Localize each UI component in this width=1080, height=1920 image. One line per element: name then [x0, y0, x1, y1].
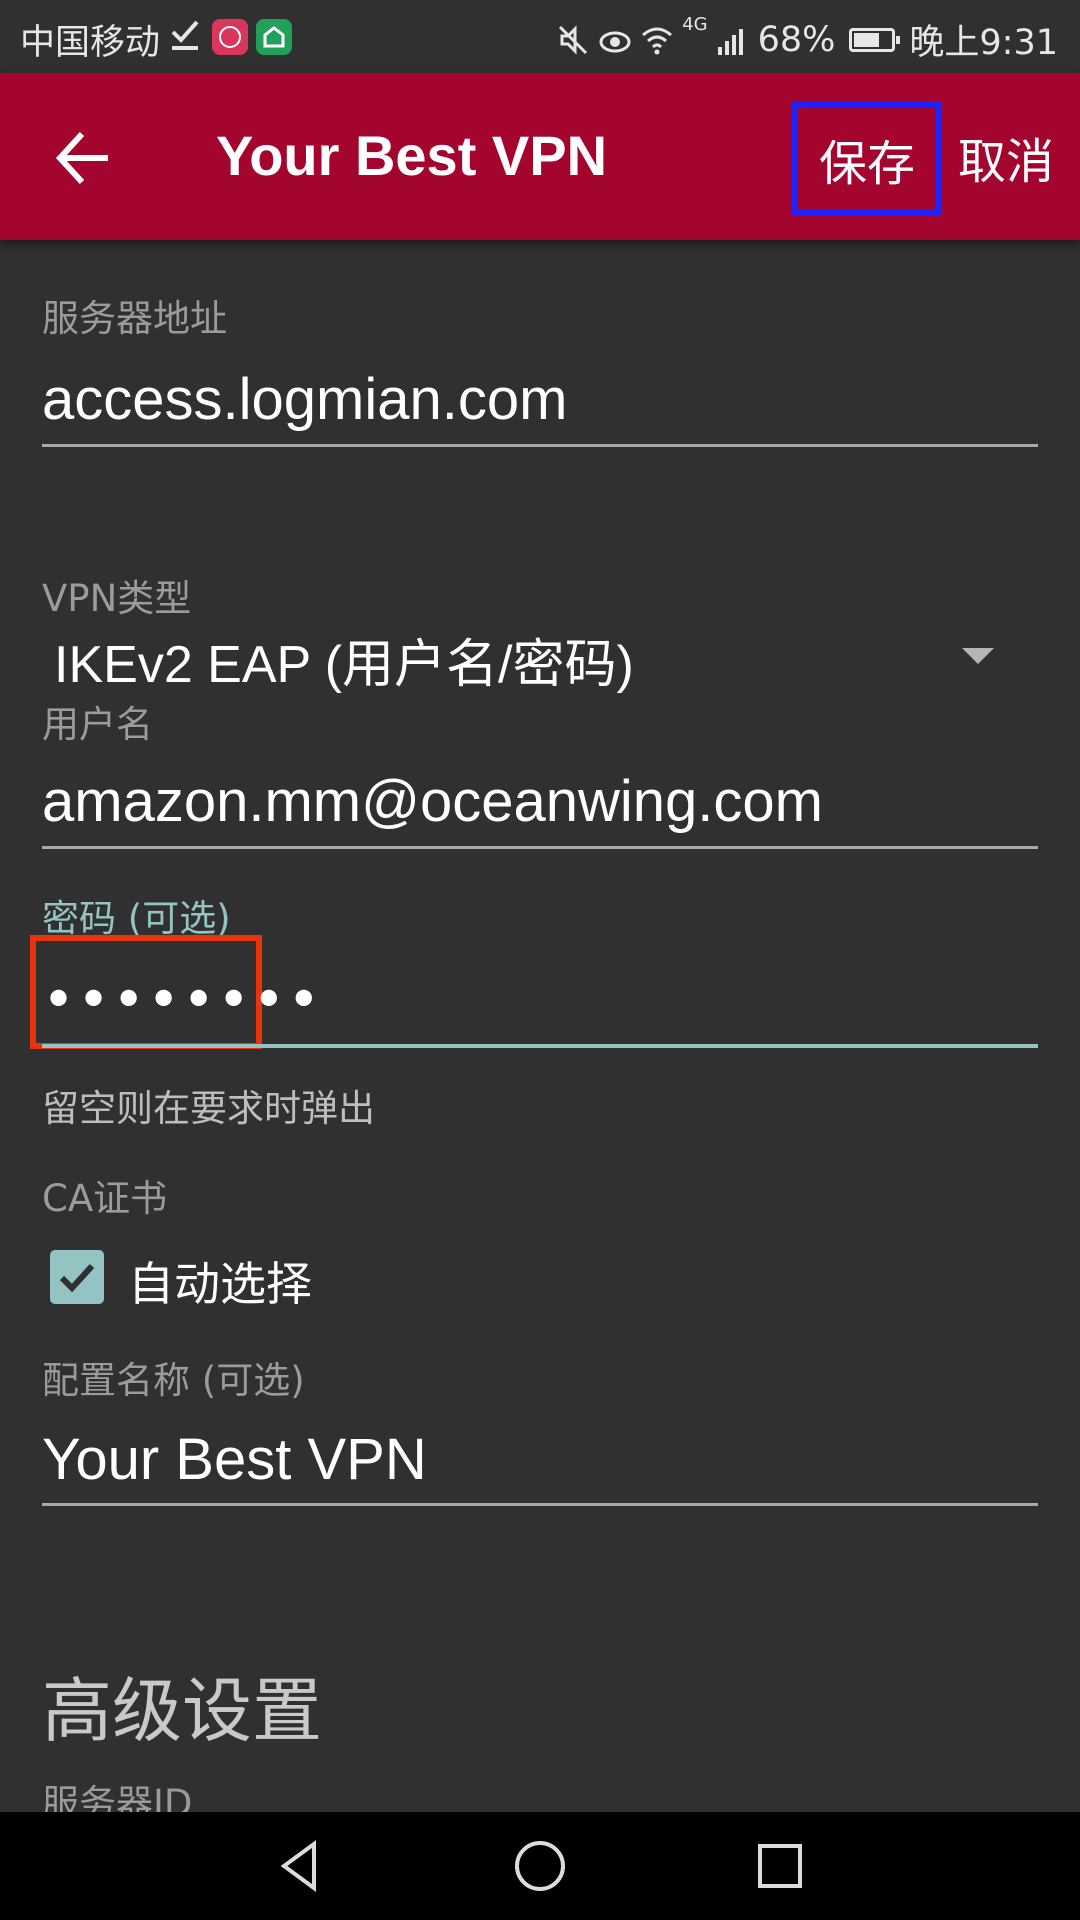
auto-select-checkbox[interactable]	[50, 1250, 104, 1304]
vpn-type-select[interactable]: IKEv2 EAP (用户名/密码)	[54, 622, 634, 697]
checkmark-icon	[59, 1263, 95, 1293]
auto-select-label[interactable]: 自动选择	[128, 1248, 312, 1314]
signal-icon	[717, 28, 743, 55]
profile-name-label: 配置名称 (可选)	[42, 1359, 305, 1402]
save-button[interactable]: 保存	[792, 102, 942, 216]
back-arrow-icon[interactable]	[50, 123, 120, 193]
server-address-input[interactable]: access.logmian.com	[42, 366, 567, 433]
carrier-label: 中国移动	[20, 23, 161, 63]
server-address-label: 服务器地址	[42, 297, 227, 340]
profile-name-input[interactable]: Your Best VPN	[42, 1426, 427, 1493]
back-nav-icon[interactable]	[270, 1836, 330, 1896]
password-hint: 留空则在要求时弹出	[42, 1087, 375, 1130]
cancel-button[interactable]: 取消	[958, 122, 1054, 192]
advanced-settings-heading: 高级设置	[42, 1670, 322, 1752]
navigation-bar	[0, 1812, 1080, 1920]
username-input[interactable]: amazon.mm@oceanwing.com	[42, 768, 823, 835]
ca-cert-label: CA证书	[42, 1177, 168, 1220]
server-address-underline	[42, 444, 1038, 447]
home-nav-icon[interactable]	[510, 1836, 570, 1896]
recents-nav-icon[interactable]	[750, 1836, 810, 1896]
clock: 晚上9:31	[909, 23, 1058, 63]
password-input[interactable]: ••••••••	[42, 968, 322, 1033]
mute-icon	[559, 24, 588, 55]
username-underline	[42, 846, 1038, 849]
eye-comfort-icon	[599, 31, 631, 52]
username-label: 用户名	[42, 703, 153, 746]
password-label: 密码 (可选)	[42, 897, 231, 940]
network-type-label: 4G	[682, 14, 708, 35]
dropdown-arrow-icon[interactable]	[962, 648, 994, 664]
profile-name-underline	[42, 1503, 1038, 1506]
wifi-icon	[642, 27, 673, 54]
password-underline	[42, 1044, 1038, 1048]
status-icons: 4G 68% 晚上9:31	[556, 14, 1058, 65]
status-bar: 中国移动 4G 68% 晚上9:31	[0, 0, 1080, 73]
download-done-icon	[171, 20, 199, 50]
battery-percent: 68%	[757, 19, 836, 60]
battery-icon	[849, 27, 901, 52]
home-app-notification-icon	[256, 19, 292, 55]
page-title: Your Best VPN	[216, 124, 608, 187]
app-notification-icon	[212, 19, 248, 55]
vpn-type-label: VPN类型	[42, 577, 192, 620]
